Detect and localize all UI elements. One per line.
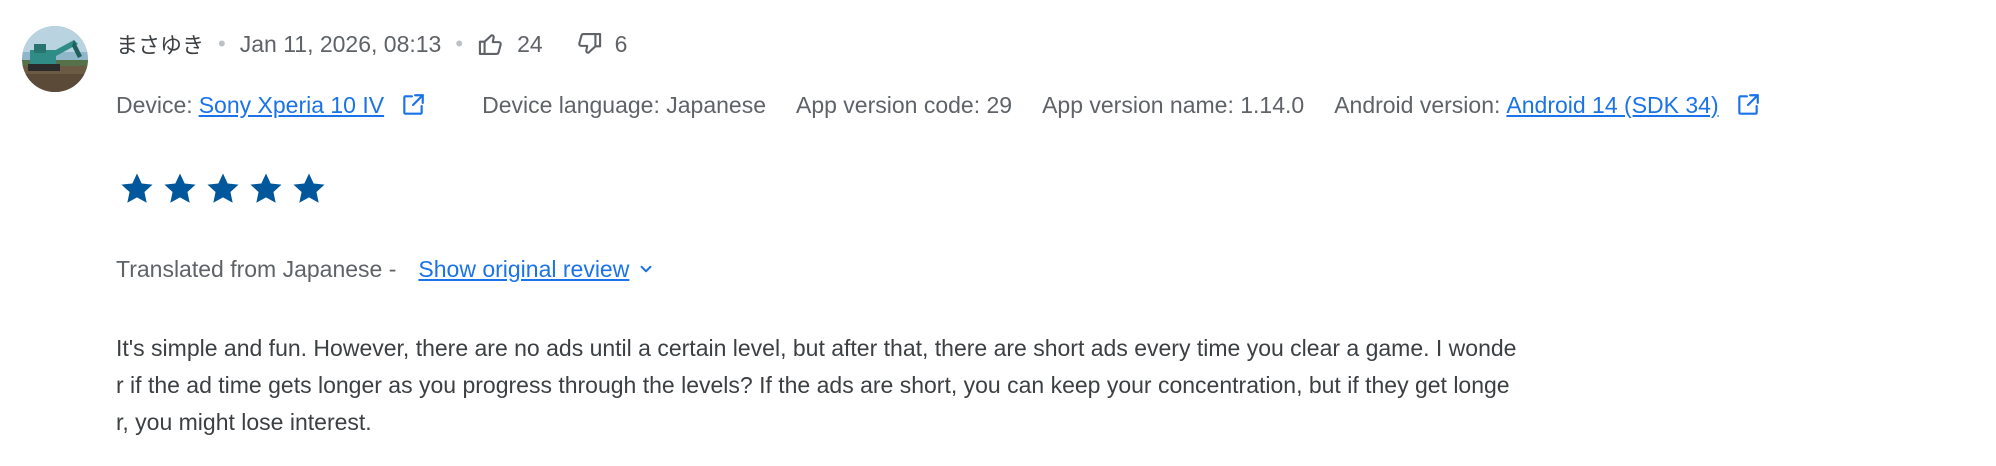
review-body-line: It's simple and fun. However, there are … [116,335,1517,361]
android-version-meta: Android version: Android 14 (SDK 34) [1334,92,1760,119]
device-link[interactable]: Sony Xperia 10 IV [199,92,384,119]
show-original-label: Show original review [418,255,630,282]
thumbs-up-count: 24 [517,30,543,57]
thumbs-down-button[interactable]: 6 [575,30,628,58]
device-label: Device: [116,91,193,118]
author-name: まさゆき [116,34,205,59]
star-icon [121,173,153,203]
review-body: It's simple and fun. However, there are … [116,330,1756,441]
open-in-new-icon[interactable] [1735,92,1761,118]
review-card: まさゆき • Jan 11, 2026, 08:13 • 24 6 Device… [0,0,1996,466]
avatar [22,26,88,92]
app-version-name: App version name: 1.14.0 [1042,91,1305,118]
translated-label: Translated from Japanese - [116,255,397,282]
star-rating [118,170,333,208]
review-body-line: r, you might lose interest. [116,409,372,435]
review-header: まさゆき • Jan 11, 2026, 08:13 • 24 6 [116,26,627,62]
app-version-code: App version code: 29 [795,91,1013,118]
star-icon [293,173,325,203]
translation-row: Translated from Japanese - Show original… [116,252,655,286]
thumbs-down-icon [577,33,601,54]
thumbs-up-icon [478,34,502,55]
review-body-line: r if the ad time gets longer as you prog… [116,372,1510,398]
device-language: Device language: Japanese [482,91,766,118]
thumbs-down-count: 6 [614,30,628,57]
star-icon [207,173,239,203]
star-icon [164,173,196,203]
android-version-label: Android version: [1334,91,1501,118]
show-original-review-link[interactable]: Show original review [418,256,655,283]
star-icon [250,173,282,203]
device-meta: Device: Sony Xperia 10 IV [116,92,426,119]
device-info-row: Device: Sony Xperia 10 IV Device languag… [116,88,1761,122]
review-timestamp: Jan 11, 2026, 08:13 [239,30,442,57]
android-version-link[interactable]: Android 14 (SDK 34) [1506,92,1718,119]
chevron-down-icon [640,265,652,273]
thumbs-up-button[interactable]: 24 [477,30,543,58]
separator-dot: • [218,31,226,56]
open-in-new-icon[interactable] [400,92,426,118]
separator-dot: • [455,31,464,56]
